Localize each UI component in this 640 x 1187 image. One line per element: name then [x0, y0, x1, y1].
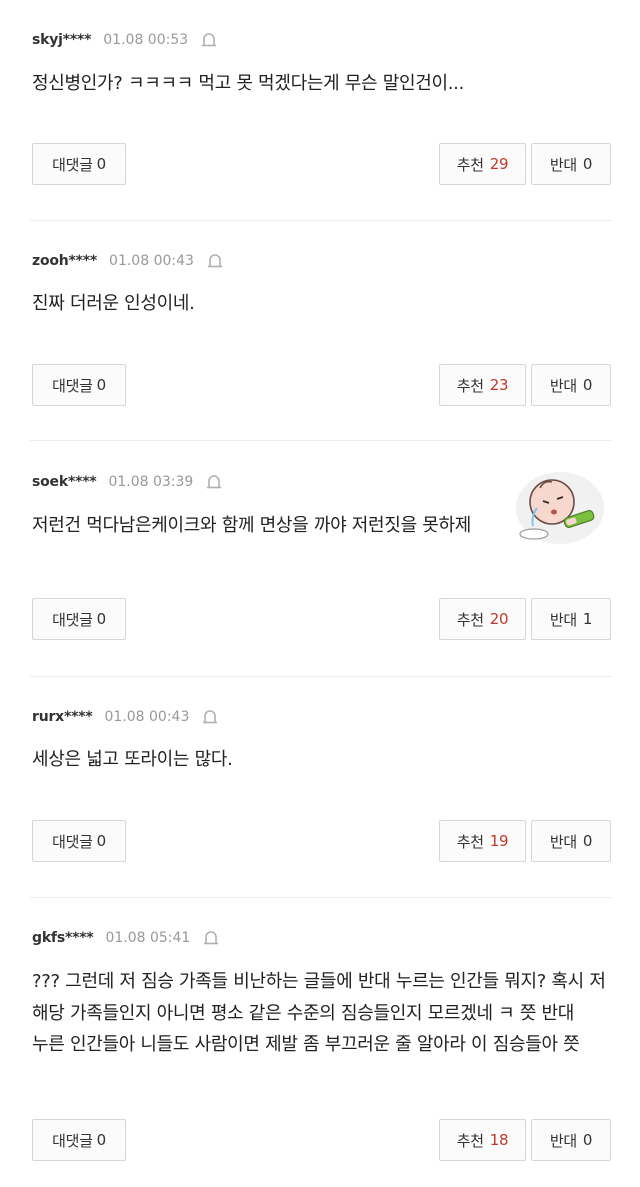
report-icon[interactable] — [200, 31, 218, 49]
reply-button[interactable]: 대댓글 0 — [32, 143, 126, 185]
report-icon[interactable] — [202, 929, 220, 947]
reply-count: 0 — [96, 1131, 107, 1149]
downvote-label: 반대 — [549, 1131, 577, 1150]
comment-divider — [30, 440, 612, 441]
reply-label: 대댓글 — [52, 610, 93, 629]
comment-text: ??? 그런데 저 짐승 가족들 비난하는 글들에 반대 누르는 인간들 뭐지?… — [32, 971, 606, 1055]
downvote-label: 반대 — [549, 832, 577, 851]
reply-label: 대댓글 — [52, 376, 93, 395]
report-icon[interactable] — [206, 252, 224, 270]
crying-baby-sticker — [516, 472, 604, 544]
comment-meta: zooh**** 01.08 00:43 — [32, 251, 224, 271]
comment-divider — [30, 220, 612, 221]
upvote-count: 29 — [489, 155, 509, 173]
upvote-button[interactable]: 추천 29 — [439, 143, 526, 185]
reply-button[interactable]: 대댓글 0 — [32, 820, 126, 862]
reply-label: 대댓글 — [52, 1131, 93, 1150]
comment-divider — [30, 897, 612, 898]
upvote-label: 추천 — [456, 610, 484, 629]
downvote-button[interactable]: 반대 0 — [531, 820, 611, 862]
upvote-label: 추천 — [456, 832, 484, 851]
upvote-label: 추천 — [456, 155, 484, 174]
reply-button[interactable]: 대댓글 0 — [32, 598, 126, 640]
comment-date: 01.08 00:43 — [109, 253, 194, 269]
reply-count: 0 — [96, 155, 107, 173]
upvote-count: 18 — [489, 1131, 509, 1149]
reply-count: 0 — [96, 376, 107, 394]
comment-meta: rurx**** 01.08 00:43 — [32, 707, 219, 727]
upvote-count: 20 — [489, 610, 509, 628]
downvote-label: 반대 — [549, 376, 577, 395]
downvote-button[interactable]: 반대 0 — [531, 143, 611, 185]
comment-date: 01.08 00:53 — [103, 32, 189, 48]
downvote-button[interactable]: 반대 0 — [531, 1119, 611, 1161]
downvote-button[interactable]: 반대 1 — [531, 598, 611, 640]
upvote-button[interactable]: 추천 18 — [439, 1119, 526, 1161]
reply-count: 0 — [96, 832, 107, 850]
upvote-count: 19 — [489, 832, 509, 850]
reply-button[interactable]: 대댓글 0 — [32, 1119, 126, 1161]
comment-date: 01.08 03:39 — [108, 474, 194, 490]
report-icon[interactable] — [205, 473, 223, 491]
upvote-count: 23 — [489, 376, 509, 394]
comment-text: 정신병인가? ㅋㅋㅋㅋ 먹고 못 먹겠다는게 무슨 말인건이... — [32, 73, 465, 94]
comment-text: 저런건 먹다남은케이크와 함께 면상을 까야 저런짓을 못하제 — [32, 515, 472, 536]
upvote-label: 추천 — [456, 1131, 484, 1150]
comment-username[interactable]: skyj**** — [32, 32, 91, 48]
comment-text: 진짜 더러운 인성이네. — [32, 293, 195, 314]
upvote-button[interactable]: 추천 23 — [439, 364, 526, 406]
downvote-label: 반대 — [549, 155, 577, 174]
comment-username[interactable]: soek**** — [32, 474, 97, 490]
downvote-count: 0 — [582, 832, 593, 850]
comment-meta: soek**** 01.08 03:39 — [32, 472, 223, 492]
comment-text: 세상은 넓고 또라이는 많다. — [32, 749, 233, 770]
reply-button[interactable]: 대댓글 0 — [32, 364, 126, 406]
upvote-button[interactable]: 추천 19 — [439, 820, 526, 862]
reply-count: 0 — [96, 610, 107, 628]
upvote-label: 추천 — [456, 376, 484, 395]
comment-date: 01.08 05:41 — [105, 930, 191, 946]
reply-label: 대댓글 — [52, 155, 93, 174]
upvote-button[interactable]: 추천 20 — [439, 598, 526, 640]
comment-username[interactable]: gkfs**** — [32, 930, 94, 946]
comment-username[interactable]: rurx**** — [32, 709, 93, 725]
downvote-count: 0 — [582, 376, 593, 394]
comment-meta: gkfs**** 01.08 05:41 — [32, 928, 220, 948]
comment-divider — [30, 676, 612, 677]
report-icon[interactable] — [201, 708, 219, 726]
comment-username[interactable]: zooh**** — [32, 253, 97, 269]
comment-date: 01.08 00:43 — [104, 709, 190, 725]
reply-label: 대댓글 — [52, 832, 93, 851]
comment-meta: skyj**** 01.08 00:53 — [32, 30, 218, 50]
downvote-count: 0 — [582, 1131, 593, 1149]
downvote-count: 1 — [582, 610, 593, 628]
downvote-count: 0 — [582, 155, 593, 173]
downvote-button[interactable]: 반대 0 — [531, 364, 611, 406]
downvote-label: 반대 — [549, 610, 577, 629]
